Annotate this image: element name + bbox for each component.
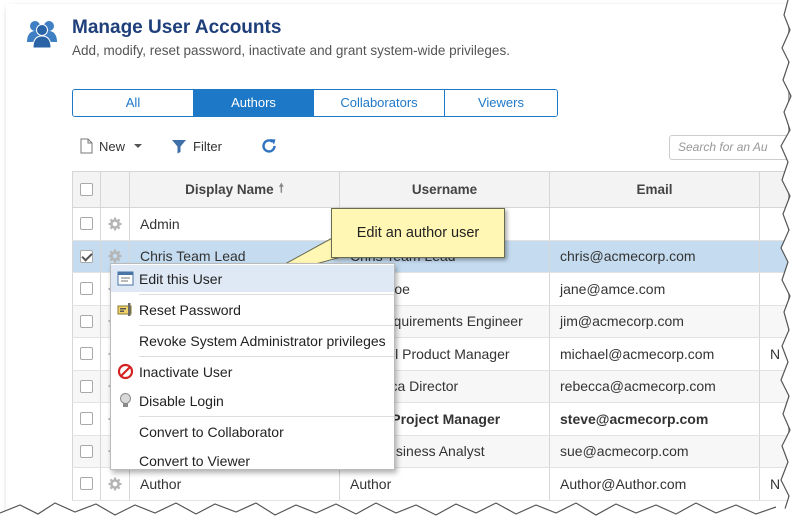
- torn-edge-right: [780, 0, 799, 530]
- row-checkbox[interactable]: [80, 314, 93, 328]
- user-type-tabs: All Authors Collaborators Viewers: [72, 89, 558, 117]
- filter-button[interactable]: Filter: [171, 138, 222, 154]
- tab-all[interactable]: All: [73, 90, 194, 116]
- page-title: Manage User Accounts: [72, 17, 282, 38]
- context-menu: Edit this User Reset Password Revoke Sys…: [110, 263, 395, 470]
- row-checkbox[interactable]: [80, 444, 93, 458]
- menu-divider: [139, 356, 394, 357]
- menu-item-edit-user[interactable]: Edit this User: [111, 265, 394, 292]
- gear-column-header: [101, 172, 130, 207]
- menu-divider: [139, 294, 394, 295]
- menu-item-convert-viewer[interactable]: Convert to Viewer: [111, 447, 394, 474]
- column-header-email[interactable]: Email: [550, 172, 760, 207]
- new-button[interactable]: New: [80, 138, 149, 154]
- tab-collaborators[interactable]: Collaborators: [314, 90, 445, 116]
- email-cell: jim@acmecorp.com: [550, 305, 760, 337]
- row-select-cell: [72, 273, 101, 305]
- page-subtitle: Add, modify, reset password, inactivate …: [72, 43, 510, 58]
- email-cell: jane@amce.com: [550, 273, 760, 305]
- row-select-cell: [72, 240, 101, 272]
- new-label: New: [99, 138, 126, 154]
- row-actions-cell: [101, 208, 130, 240]
- row-checkbox[interactable]: [80, 249, 93, 263]
- lightbulb-icon: [120, 393, 131, 407]
- menu-item-revoke-admin[interactable]: Revoke System Administrator privileges: [111, 327, 394, 354]
- table-header: Display Name 🠕 Username Email: [72, 172, 788, 208]
- display-name-header-label: Display Name: [185, 182, 274, 197]
- filter-label: Filter: [193, 138, 222, 154]
- refresh-icon: [262, 139, 276, 153]
- row-select-cell: [72, 338, 101, 370]
- gear-icon[interactable]: [108, 217, 122, 231]
- callout-tooltip: Edit an author user: [331, 208, 505, 258]
- row-select-cell: [72, 305, 101, 337]
- menu-item-label: Inactivate User: [139, 363, 233, 380]
- row-checkbox[interactable]: [80, 217, 93, 231]
- email-cell: [550, 208, 760, 240]
- row-select-cell: [72, 370, 101, 402]
- row-checkbox[interactable]: [80, 477, 93, 491]
- row-select-cell: [72, 435, 101, 467]
- edit-user-icon: [117, 271, 134, 286]
- menu-item-label: Convert to Collaborator: [139, 423, 284, 440]
- menu-item-label: Convert to Viewer: [139, 452, 251, 469]
- inactivate-icon: [117, 363, 134, 380]
- toolbar: New Filter: [80, 134, 306, 158]
- select-all-checkbox[interactable]: [80, 183, 93, 196]
- row-checkbox[interactable]: [80, 412, 93, 426]
- menu-item-label: Edit this User: [139, 270, 223, 287]
- filter-icon: [172, 140, 187, 154]
- menu-item-disable-login[interactable]: Disable Login: [111, 387, 394, 414]
- column-header-username[interactable]: Username: [340, 172, 550, 207]
- email-cell: rebecca@acmecorp.com: [550, 370, 760, 402]
- user-accounts-panel: Manage User Accounts Add, modify, reset …: [6, 4, 788, 514]
- email-cell: michael@acmecorp.com: [550, 338, 760, 370]
- users-icon: [27, 21, 57, 48]
- row-checkbox[interactable]: [80, 282, 93, 296]
- torn-edge-bottom: [0, 502, 799, 530]
- chevron-down-icon: [134, 144, 143, 148]
- select-all-cell: [72, 172, 101, 207]
- email-cell: chris@acmecorp.com: [550, 240, 760, 272]
- email-cell: sue@acmecorp.com: [550, 435, 760, 467]
- menu-divider: [139, 416, 394, 417]
- menu-item-inactivate-user[interactable]: Inactivate User: [111, 358, 394, 385]
- menu-item-convert-collaborator[interactable]: Convert to Collaborator: [111, 418, 394, 445]
- menu-item-label: Reset Password: [139, 301, 241, 318]
- row-select-cell: [72, 208, 101, 240]
- menu-divider: [139, 325, 394, 326]
- refresh-button[interactable]: [260, 137, 284, 155]
- menu-item-label: Revoke System Administrator privileges: [139, 332, 386, 349]
- menu-item-reset-password[interactable]: Reset Password: [111, 296, 394, 323]
- row-checkbox[interactable]: [80, 347, 93, 361]
- tab-authors[interactable]: Authors: [194, 90, 314, 116]
- gear-icon[interactable]: [108, 249, 122, 263]
- column-header-display-name[interactable]: Display Name 🠕: [130, 172, 340, 207]
- tab-viewers[interactable]: Viewers: [445, 90, 557, 116]
- gear-icon[interactable]: [108, 477, 122, 491]
- row-checkbox[interactable]: [80, 379, 93, 393]
- reset-password-icon: [117, 303, 132, 316]
- email-cell: steve@acmecorp.com: [550, 403, 760, 435]
- menu-item-label: Disable Login: [139, 392, 224, 409]
- sort-asc-icon: 🠕: [278, 181, 284, 195]
- row-select-cell: [72, 403, 101, 435]
- new-document-icon: [80, 138, 93, 154]
